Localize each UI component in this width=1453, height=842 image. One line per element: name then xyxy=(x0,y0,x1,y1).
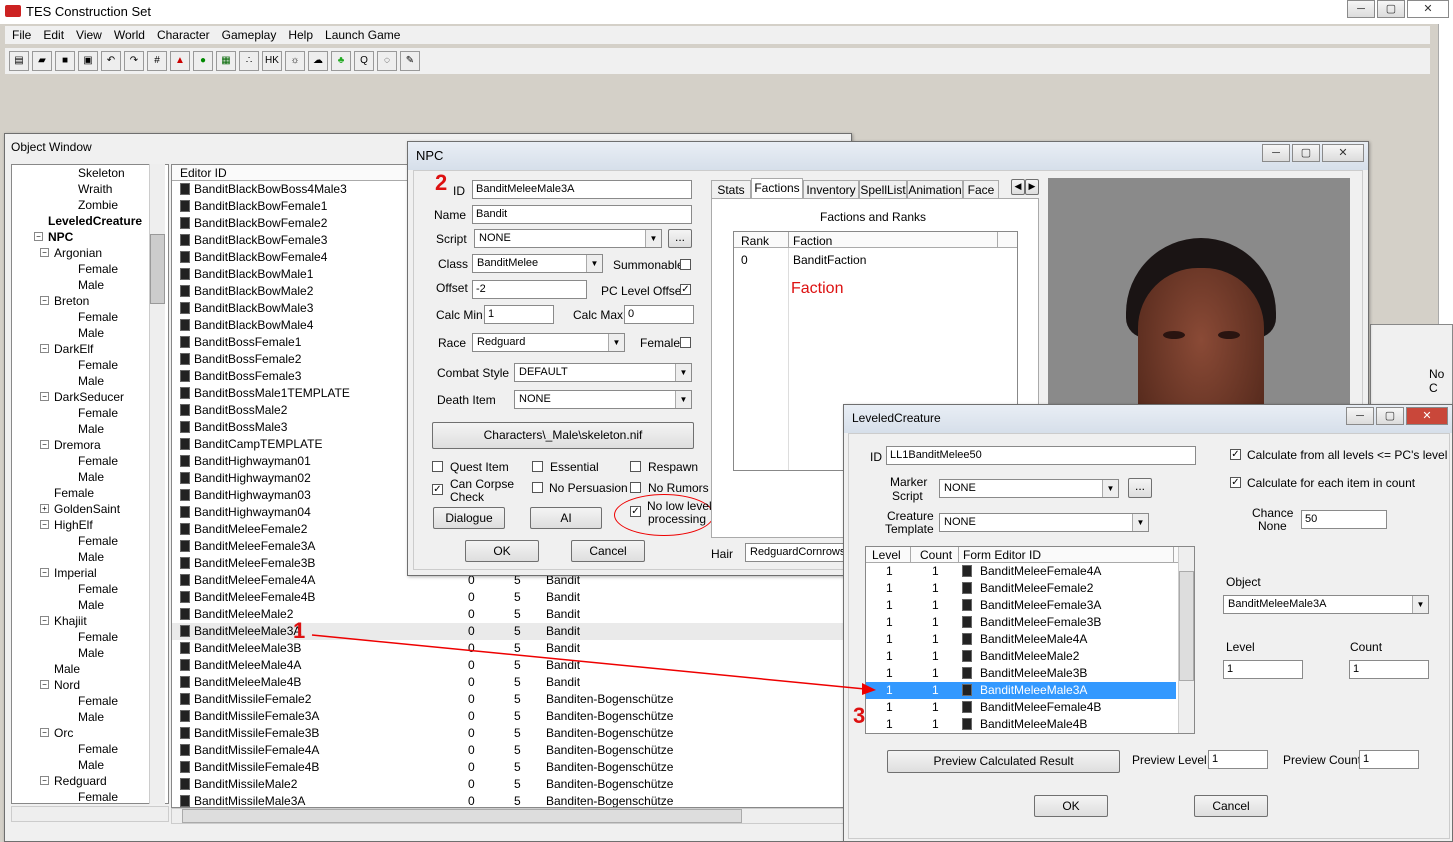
annotation-arrow xyxy=(311,634,876,695)
